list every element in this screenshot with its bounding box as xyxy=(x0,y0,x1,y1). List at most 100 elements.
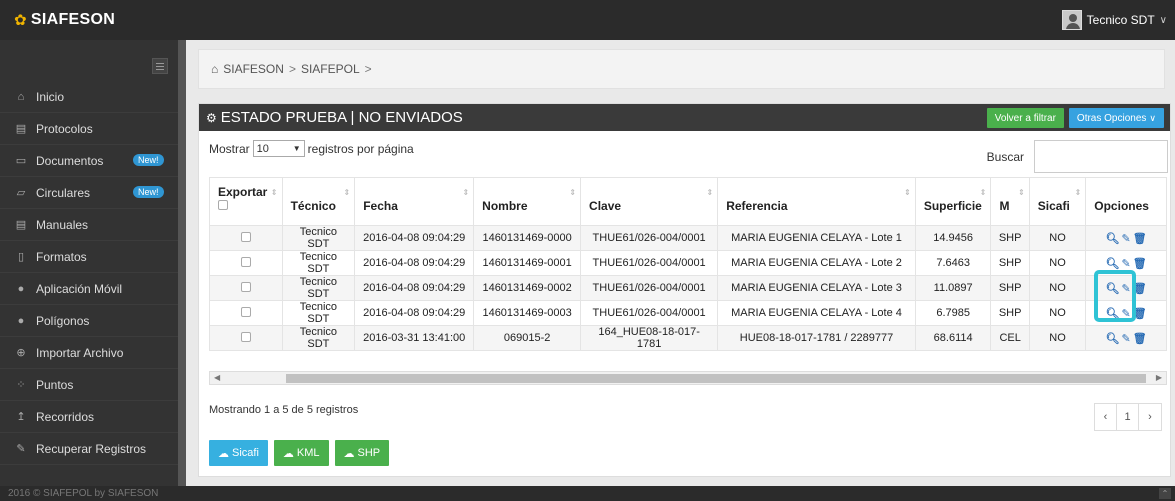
book-icon: ▤ xyxy=(15,219,27,231)
column-header-opciones[interactable]: Opciones xyxy=(1085,177,1167,226)
sidebar-item-recuperar-registros[interactable]: ✎ Recuperar Registros xyxy=(0,433,178,465)
sidebar-toggle-button[interactable] xyxy=(152,58,168,74)
column-header-m[interactable]: M ⇕ xyxy=(990,177,1030,226)
scroll-right-icon[interactable]: ▶ xyxy=(1156,373,1162,382)
sidebar-item-formatos[interactable]: ▯ Formatos xyxy=(0,241,178,273)
refilter-button[interactable]: Volver a filtrar xyxy=(986,108,1064,128)
column-header-superficie[interactable]: Superficie ⇕ xyxy=(914,177,992,226)
scroll-left-icon[interactable]: ◀ xyxy=(214,373,220,382)
table-cell-referencia: MARIA EUGENIA CELAYA - Lote 2 xyxy=(717,250,916,276)
column-header-t-cnico[interactable]: Técnico ⇕ xyxy=(281,177,356,226)
table-cell-m: SHP xyxy=(990,250,1030,276)
footer: 2016 © SIAFEPOL by SIAFESON ⌃ xyxy=(0,486,1175,501)
table-cell-nombre: 1460131469-0001 xyxy=(473,250,582,276)
row-checkbox[interactable] xyxy=(240,231,251,242)
spinner-icon: ⁘ xyxy=(16,379,26,391)
table-cell-sicafi: NO xyxy=(1028,300,1087,326)
table-row: Tecnico SDT 2016-04-08 09:04:29 1460131469… xyxy=(209,300,1167,326)
gears-icon: ⚙ xyxy=(206,110,217,125)
column-header-referencia[interactable]: Referencia ⇕ xyxy=(717,177,916,226)
table-cell-export xyxy=(209,275,283,301)
sidebar-item-manuales[interactable]: ▤ Manuales xyxy=(0,209,178,241)
sidebar-item-documentos[interactable]: ▭ Documentos New! xyxy=(0,145,178,177)
table-cell-clave: 164_HUE08-18-017-1781 xyxy=(580,325,719,351)
row-checkbox[interactable] xyxy=(240,306,251,317)
next-page-button[interactable]: › xyxy=(1139,404,1161,430)
edit-icon[interactable]: ✎ xyxy=(1122,332,1131,345)
table-cell-options: 🔍︎ ✎ 🗑︎ xyxy=(1085,225,1167,251)
scrollbar-thumb[interactable] xyxy=(286,374,1146,383)
app-logo[interactable]: ✿ SIAFESON xyxy=(14,0,115,40)
column-header-label: Técnico xyxy=(290,199,336,213)
edit-icon[interactable]: ✎ xyxy=(1122,257,1131,270)
breadcrumb-separator: > xyxy=(288,62,296,76)
sidebar-item-pol-gonos[interactable]: ● Polígonos xyxy=(0,305,178,337)
sidebar-item-label: Inicio xyxy=(36,89,65,104)
export-kml-label: KML xyxy=(296,447,320,459)
table-cell-nombre: 1460131469-0000 xyxy=(473,225,582,251)
trash-icon[interactable]: 🗑︎ xyxy=(1133,257,1147,270)
breadcrumb-item-siafeson[interactable]: SIAFESON xyxy=(223,62,284,76)
table-cell-fecha: 2016-04-08 09:04:29 xyxy=(354,225,475,251)
table-cell-clave: THUE61/026-004/0001 xyxy=(580,225,719,251)
row-checkbox[interactable] xyxy=(240,281,251,292)
trash-icon[interactable]: 🗑︎ xyxy=(1133,332,1147,345)
sidebar-item-label: Documentos xyxy=(36,153,104,168)
column-header-clave[interactable]: Clave ⇕ xyxy=(580,177,719,226)
column-header-fecha[interactable]: Fecha ⇕ xyxy=(354,177,475,226)
cloud-upload-icon: ☁ xyxy=(218,447,229,460)
column-header-nombre[interactable]: Nombre ⇕ xyxy=(473,177,582,226)
row-checkbox[interactable] xyxy=(240,331,251,342)
sidebar-item-puntos[interactable]: ⁘ Puntos xyxy=(0,369,178,401)
breadcrumb: ⌂ SIAFESON > SIAFEPOL > xyxy=(198,49,1165,89)
user-menu[interactable]: Tecnico SDT ∨ xyxy=(1061,0,1167,40)
search-input[interactable] xyxy=(1034,140,1168,173)
table-cell-export xyxy=(209,325,283,351)
android-icon: ● xyxy=(17,282,25,295)
prev-page-button[interactable]: ‹ xyxy=(1095,404,1117,430)
column-header-label: Superficie xyxy=(923,199,982,213)
sort-icon: ⇕ xyxy=(270,188,278,197)
row-checkbox[interactable] xyxy=(240,256,251,267)
sidebar-item-inicio[interactable]: ⌂ Inicio xyxy=(0,81,178,113)
user-name: Tecnico SDT xyxy=(1086,13,1155,27)
leaf-icon: ✿ xyxy=(14,12,27,29)
folder-icon: ▭ xyxy=(15,155,27,167)
other-options-label: Otras Opciones xyxy=(1076,112,1147,124)
view-icon[interactable]: 🔍︎ xyxy=(1106,332,1120,345)
scroll-top-icon[interactable]: ⌃ xyxy=(1159,488,1171,499)
export-kml-button[interactable]: ☁ KML xyxy=(273,440,329,466)
sidebar-item-importar-archivo[interactable]: ⊕ Importar Archivo xyxy=(0,337,178,369)
select-all-checkbox[interactable] xyxy=(218,200,228,210)
sidebar-item-recorridos[interactable]: ↥ Recorridos xyxy=(0,401,178,433)
view-icon[interactable]: 🔍︎ xyxy=(1106,232,1120,245)
export-sicafi-button[interactable]: ☁ Sicafi xyxy=(209,440,268,466)
page-size-select[interactable]: 10 ▼ xyxy=(252,140,305,157)
export-shp-button[interactable]: ☁ SHP xyxy=(334,440,390,466)
table-cell-superficie: 68.6114 xyxy=(914,325,992,351)
breadcrumb-item-siafepol[interactable]: SIAFEPOL xyxy=(301,62,360,76)
new-badge: New! xyxy=(133,186,164,198)
circle-icon: ● xyxy=(17,314,25,327)
horizontal-scrollbar[interactable]: ◀ ▶ xyxy=(209,371,1167,385)
column-header-sicafi[interactable]: Sicafi ⇕ xyxy=(1028,177,1087,226)
table-cell-sicafi: NO xyxy=(1028,250,1087,276)
table-cell-superficie: 11.0897 xyxy=(914,275,992,301)
sidebar-item-protocolos[interactable]: ▤ Protocolos xyxy=(0,113,178,145)
sidebar-item-aplicaci-n-m-vil[interactable]: ● Aplicación Móvil xyxy=(0,273,178,305)
sort-icon: ⇕ xyxy=(904,188,911,197)
export-sicafi-label: Sicafi xyxy=(232,447,259,459)
view-icon[interactable]: 🔍︎ xyxy=(1106,257,1120,270)
edit-icon[interactable]: ✎ xyxy=(1122,232,1131,245)
wrench-icon: ✎ xyxy=(16,443,26,455)
search-label: Buscar xyxy=(986,149,1024,164)
export-shp-label: SHP xyxy=(357,447,381,459)
sidebar-item-circulares[interactable]: ▱ Circulares New! xyxy=(0,177,178,209)
trash-icon[interactable]: 🗑︎ xyxy=(1133,232,1147,245)
column-header-exportar[interactable]: Exportar ⇕ xyxy=(209,177,283,226)
table-cell-tecnico: Tecnico SDT xyxy=(281,275,356,301)
other-options-button[interactable]: Otras Opciones ∨ xyxy=(1068,108,1164,128)
page-1-button[interactable]: 1 xyxy=(1117,404,1139,430)
sort-icon: ⇕ xyxy=(1018,188,1025,197)
table-cell-referencia: MARIA EUGENIA CELAYA - Lote 3 xyxy=(717,275,916,301)
